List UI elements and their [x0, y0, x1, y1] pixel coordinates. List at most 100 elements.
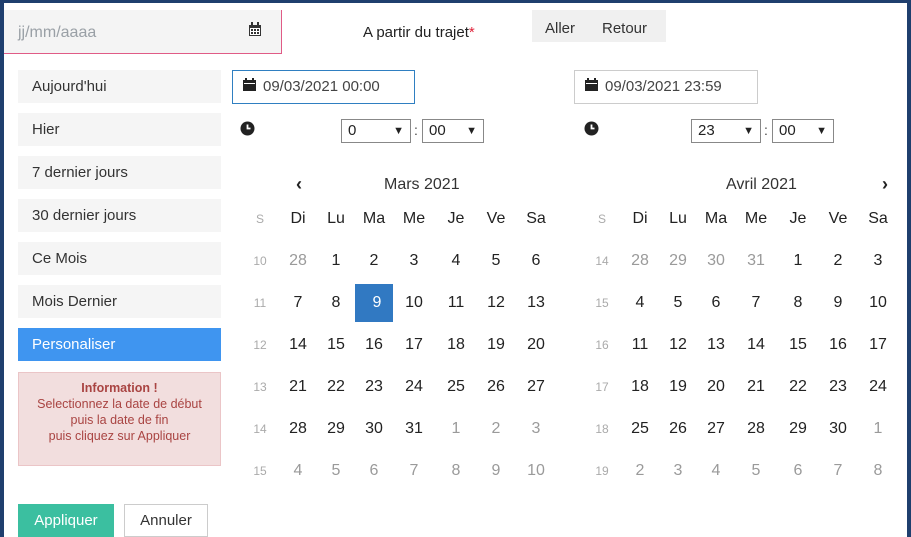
day-cell[interactable]: 27	[697, 410, 735, 448]
range-item[interactable]: Mois Dernier	[18, 285, 221, 318]
day-cell[interactable]: 6	[779, 452, 817, 490]
day-cell[interactable]: 19	[477, 326, 515, 364]
day-cell[interactable]: 5	[477, 242, 515, 280]
start-hour-select[interactable]: 0 ▼	[341, 119, 411, 143]
day-cell[interactable]: 7	[819, 452, 857, 490]
day-cell[interactable]: 31	[395, 410, 433, 448]
day-cell[interactable]: 12	[477, 284, 515, 322]
end-datetime-input[interactable]: 09/03/2021 23:59	[574, 70, 758, 104]
day-cell[interactable]: 1	[317, 242, 355, 280]
day-cell[interactable]: 6	[355, 452, 393, 490]
day-cell[interactable]: 1	[859, 410, 897, 448]
day-cell[interactable]: 16	[819, 326, 857, 364]
day-cell[interactable]: 27	[517, 368, 555, 406]
day-cell[interactable]: 26	[659, 410, 697, 448]
day-cell[interactable]: 21	[737, 368, 775, 406]
end-minute-select[interactable]: 00 ▼	[772, 119, 834, 143]
day-cell[interactable]: 17	[859, 326, 897, 364]
day-cell[interactable]: 1	[437, 410, 475, 448]
day-cell[interactable]: 7	[737, 284, 775, 322]
day-cell[interactable]: 4	[279, 452, 317, 490]
day-cell[interactable]: 23	[355, 368, 393, 406]
start-datetime-input[interactable]: 09/03/2021 00:00	[232, 70, 415, 104]
day-cell[interactable]: 13	[517, 284, 555, 322]
day-cell[interactable]: 3	[659, 452, 697, 490]
day-cell[interactable]: 10	[517, 452, 555, 490]
day-cell[interactable]: 24	[395, 368, 433, 406]
day-cell[interactable]: 28	[621, 242, 659, 280]
day-cell[interactable]: 5	[737, 452, 775, 490]
range-item[interactable]: Hier	[18, 113, 221, 146]
day-cell[interactable]: 15	[779, 326, 817, 364]
end-hour-select[interactable]: 23 ▼	[691, 119, 761, 143]
day-cell[interactable]: 9	[477, 452, 515, 490]
day-cell[interactable]: 28	[279, 410, 317, 448]
day-cell[interactable]: 6	[517, 242, 555, 280]
day-cell[interactable]: 3	[517, 410, 555, 448]
day-cell[interactable]: 20	[697, 368, 735, 406]
day-cell[interactable]: 21	[279, 368, 317, 406]
range-item[interactable]: Aujourd'hui	[18, 70, 221, 103]
apply-button[interactable]: Appliquer	[18, 504, 114, 537]
day-cell[interactable]: 4	[697, 452, 735, 490]
day-cell[interactable]: 20	[517, 326, 555, 364]
day-cell[interactable]: 7	[395, 452, 433, 490]
range-item[interactable]: Personaliser	[18, 328, 221, 361]
day-cell[interactable]: 28	[737, 410, 775, 448]
day-cell[interactable]: 3	[395, 242, 433, 280]
day-cell[interactable]: 24	[859, 368, 897, 406]
day-cell[interactable]: 8	[779, 284, 817, 322]
day-cell[interactable]: 1	[779, 242, 817, 280]
day-cell[interactable]: 30	[697, 242, 735, 280]
day-cell[interactable]: 5	[317, 452, 355, 490]
day-cell[interactable]: 31	[737, 242, 775, 280]
day-cell[interactable]: 23	[819, 368, 857, 406]
next-month-icon[interactable]: ›	[882, 174, 888, 195]
day-cell[interactable]: 22	[317, 368, 355, 406]
day-cell[interactable]: 11	[437, 284, 475, 322]
day-cell[interactable]: 15	[317, 326, 355, 364]
day-cell[interactable]: 30	[355, 410, 393, 448]
day-cell[interactable]: 16	[355, 326, 393, 364]
day-cell[interactable]: 5	[659, 284, 697, 322]
day-cell[interactable]: 4	[621, 284, 659, 322]
day-cell[interactable]: 28	[279, 242, 317, 280]
day-cell[interactable]: 7	[279, 284, 317, 322]
date-range-input[interactable]: jj/mm/aaaa	[4, 10, 282, 54]
day-cell-selected[interactable]: 9	[355, 284, 393, 322]
day-cell[interactable]: 18	[437, 326, 475, 364]
day-cell[interactable]: 9	[819, 284, 857, 322]
day-cell[interactable]: 22	[779, 368, 817, 406]
day-cell[interactable]: 18	[621, 368, 659, 406]
day-cell[interactable]: 4	[437, 242, 475, 280]
day-cell[interactable]: 2	[621, 452, 659, 490]
day-cell[interactable]: 17	[395, 326, 433, 364]
day-cell[interactable]: 29	[659, 242, 697, 280]
day-cell[interactable]: 11	[621, 326, 659, 364]
range-item[interactable]: Ce Mois	[18, 242, 221, 275]
day-cell[interactable]: 12	[659, 326, 697, 364]
day-cell[interactable]: 6	[697, 284, 735, 322]
day-cell[interactable]: 2	[355, 242, 393, 280]
day-cell[interactable]: 30	[819, 410, 857, 448]
prev-month-icon[interactable]: ‹	[296, 174, 302, 195]
day-cell[interactable]: 10	[395, 284, 433, 322]
day-cell[interactable]: 10	[859, 284, 897, 322]
day-cell[interactable]: 26	[477, 368, 515, 406]
day-cell[interactable]: 13	[697, 326, 735, 364]
day-cell[interactable]: 14	[737, 326, 775, 364]
cancel-button[interactable]: Annuler	[124, 504, 208, 537]
calendar-icon[interactable]	[248, 22, 262, 42]
day-cell[interactable]: 8	[859, 452, 897, 490]
day-cell[interactable]: 25	[437, 368, 475, 406]
day-cell[interactable]: 29	[779, 410, 817, 448]
day-cell[interactable]: 29	[317, 410, 355, 448]
range-item[interactable]: 30 dernier jours	[18, 199, 221, 232]
day-cell[interactable]: 14	[279, 326, 317, 364]
day-cell[interactable]: 2	[477, 410, 515, 448]
day-cell[interactable]: 3	[859, 242, 897, 280]
start-minute-select[interactable]: 00 ▼	[422, 119, 484, 143]
day-cell[interactable]: 19	[659, 368, 697, 406]
day-cell[interactable]: 2	[819, 242, 857, 280]
day-cell[interactable]: 8	[317, 284, 355, 322]
